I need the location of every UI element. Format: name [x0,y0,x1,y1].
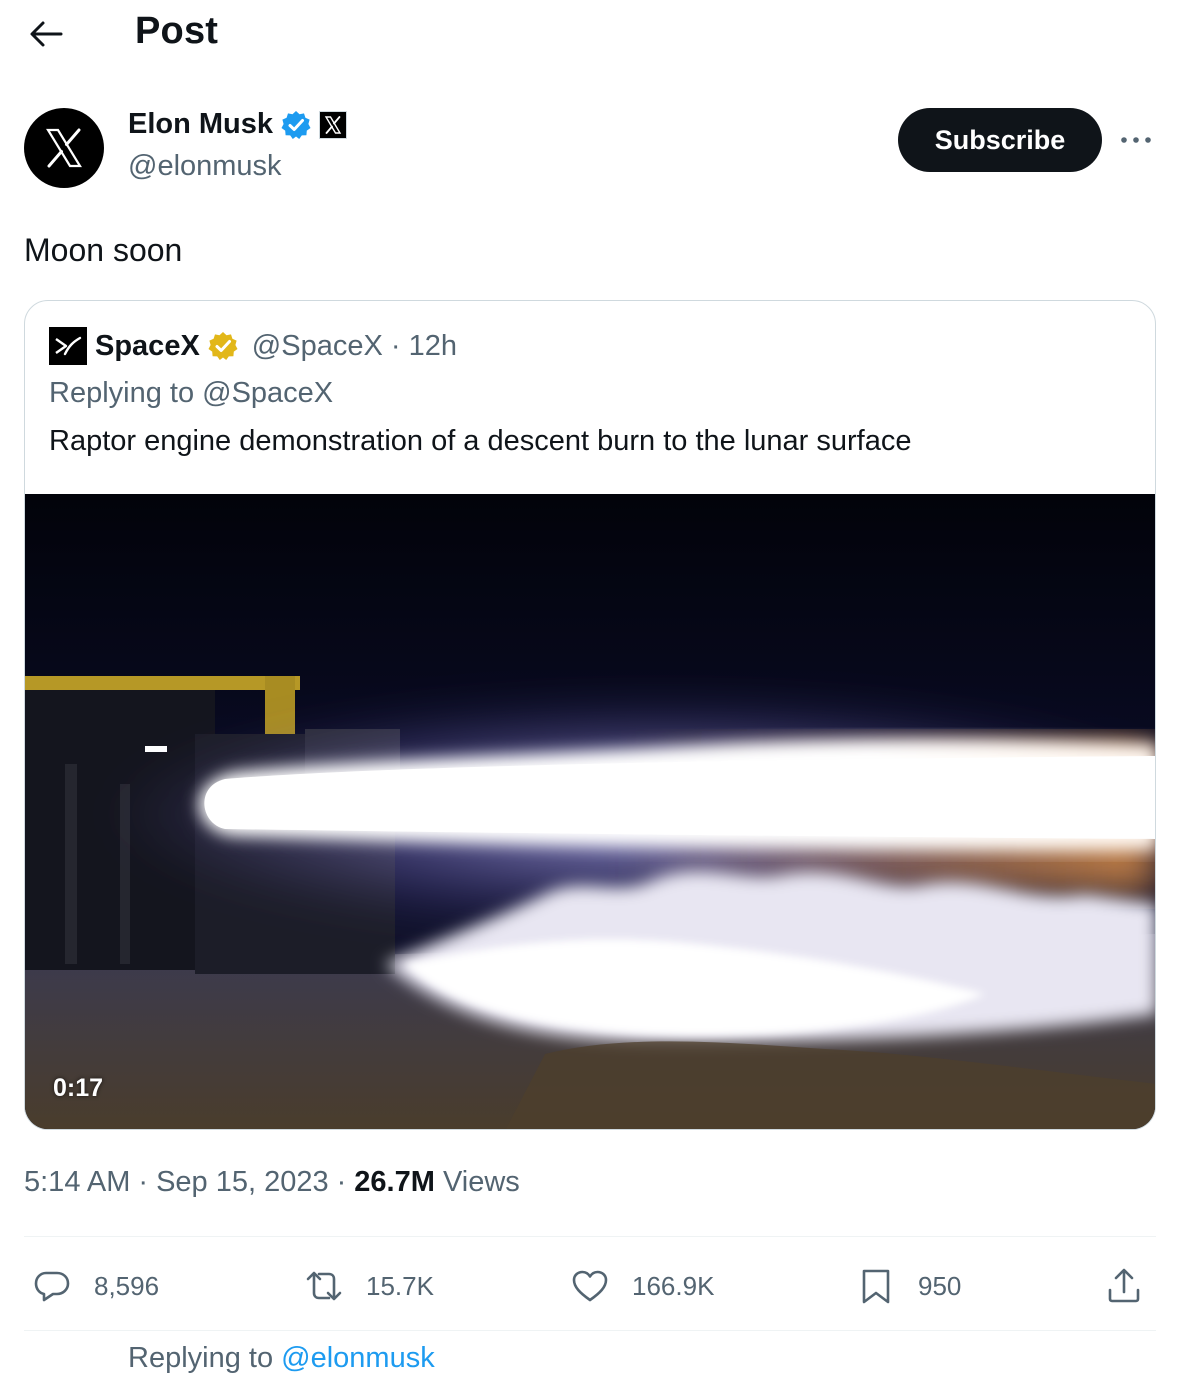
quoted-post-text: Raptor engine demonstration of a descent… [49,425,912,457]
author-name-line: Elon Musk [128,108,348,141]
more-horizontal-icon [1121,137,1151,143]
quoted-author-name[interactable]: SpaceX [95,330,200,363]
reply-icon [34,1271,70,1302]
repost-icon [306,1271,342,1301]
post-timestamp-row: 5:14 AM · Sep 15, 2023 · 26.7M Views [24,1166,520,1199]
reply-context: Replying to @elonmusk [128,1342,435,1375]
separator-dot: · [138,1166,149,1198]
back-button[interactable] [24,14,68,54]
post-date[interactable]: Sep 15, 2023 [156,1166,329,1199]
video-player[interactable]: 0:17 [25,494,1155,1129]
bookmark-count: 950 [918,1270,962,1301]
top-bar: Post [0,0,1182,68]
affiliate-x-badge-icon[interactable] [319,110,348,139]
action-bar: 8,596 15.7K 166.9K 950 [24,1258,1156,1314]
repost-button[interactable]: 15.7K [304,1258,434,1314]
quoted-post[interactable]: SpaceX @SpaceX · 12h Replying to @SpaceX… [24,300,1156,1130]
like-count: 166.9K [632,1270,715,1301]
share-icon [1108,1268,1140,1303]
video-thumbnail [25,494,1155,1129]
verified-badge-icon [281,110,311,139]
heart-icon [572,1270,608,1302]
verified-gold-badge-icon [208,332,238,360]
author-name[interactable]: Elon Musk [128,108,273,141]
x-logo-icon [46,128,82,168]
replying-to-mention[interactable]: @elonmusk [281,1342,435,1374]
avatar[interactable] [24,108,104,188]
separator-dot: · [336,1166,347,1198]
views-label: Views [442,1166,520,1198]
quoted-handle-time: @SpaceX · 12h [251,329,457,362]
replying-to-label: Replying to [128,1342,274,1374]
author-handle[interactable]: @elonmusk [128,150,282,183]
more-options-button[interactable] [1116,124,1156,156]
reply-button[interactable]: 8,596 [32,1258,159,1314]
bookmark-icon [862,1269,890,1304]
post-author-row: Elon Musk @elonmusk Subscribe [24,106,1158,190]
repost-count: 15.7K [366,1270,434,1301]
spacex-avatar[interactable] [49,327,87,365]
share-button[interactable] [1104,1258,1144,1314]
views-count: 26.7M [354,1166,435,1198]
page-title: Post [135,10,219,52]
quoted-replying-to: Replying to @SpaceX [49,377,334,409]
spacex-logo-icon [55,336,82,356]
post-text: Moon soon [24,232,183,268]
like-button[interactable]: 166.9K [570,1258,714,1314]
subscribe-button[interactable]: Subscribe [898,108,1102,172]
reply-count: 8,596 [94,1270,160,1301]
arrow-left-icon [30,21,63,47]
divider [24,1236,1156,1237]
bookmark-button[interactable]: 950 [856,1258,961,1314]
video-duration: 0:17 [53,1074,104,1102]
quoted-post-header: SpaceX @SpaceX · 12h [49,327,457,365]
divider [24,1330,1156,1331]
post-time[interactable]: 5:14 AM [24,1166,130,1199]
